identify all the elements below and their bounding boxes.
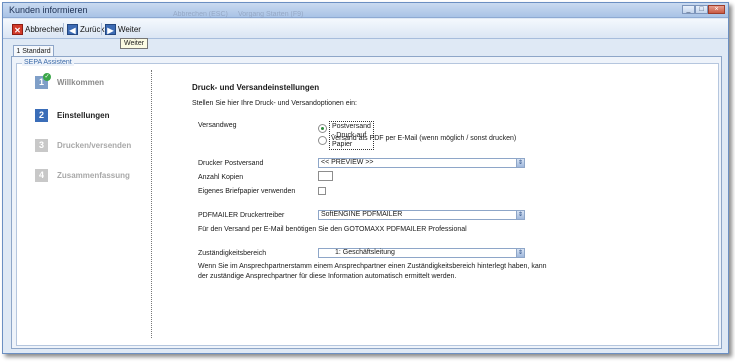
back-button[interactable]: ◀ Zurück: [67, 22, 104, 36]
zustaendigkeit-label: Zuständigkeitsbereich: [198, 250, 267, 257]
ghost-toolbar-item: Abbrechen (ESC): [173, 11, 228, 18]
letterhead-checkbox[interactable]: [318, 187, 326, 195]
window-title: Kunden informieren: [9, 5, 88, 15]
title-bar: Kunden informieren Abbrechen (ESC) Vorga…: [3, 3, 728, 18]
group-legend: SEPA Assistent: [22, 59, 74, 66]
step-welcome[interactable]: 1 ✓ Willkommen: [35, 73, 155, 90]
step-label: Drucken/versenden: [57, 141, 132, 150]
printer-select-value: << PREVIEW >>: [321, 159, 374, 166]
printer-select[interactable]: << PREVIEW >> ⇕: [318, 158, 525, 168]
step-number: 2: [35, 109, 48, 122]
ghost-toolbar-item: Vorgang Starten (F9): [238, 11, 304, 18]
pdfmailer-label: PDFMAILER Druckertreiber: [198, 212, 285, 219]
spinner-arrows-icon: ⇕: [516, 249, 524, 257]
pdfmailer-note: Für den Versand per E-Mail benötigen Sie…: [198, 226, 467, 233]
sepa-assistant-group: SEPA Assistent 1 ✓ Willkommen 2 Einstell…: [16, 59, 719, 346]
responsibility-select-value: 1: Geschäftsleitung: [335, 249, 395, 256]
checkmark-icon: ✓: [43, 73, 51, 81]
pdfmailer-select-value: SoftENGINE PDFMAILER: [321, 211, 403, 218]
kopien-label: Anzahl Kopien: [198, 174, 244, 181]
next-button[interactable]: ▶ Weiter: [105, 22, 141, 36]
minimize-button[interactable]: _: [682, 5, 695, 14]
toolbar-separator: [101, 23, 102, 35]
pdfmailer-select[interactable]: SoftENGINE PDFMAILER ⇕: [318, 210, 525, 220]
responsibility-note-line-1: Wenn Sie im Ansprechpartnerstamm einem A…: [198, 263, 547, 270]
radio-pdf-email-label[interactable]: Versand als PDF per E-Mail (wenn möglich…: [331, 135, 516, 142]
drucker-label: Drucker Postversand: [198, 160, 264, 167]
responsibility-note-line-2: der zuständige Ansprechpartner für diese…: [198, 273, 457, 280]
copies-input[interactable]: [318, 171, 333, 181]
cancel-button[interactable]: ✕ Abbrechen: [12, 22, 64, 36]
content-area: SEPA Assistent 1 ✓ Willkommen 2 Einstell…: [11, 56, 722, 349]
step-settings[interactable]: 2 Einstellungen: [35, 109, 155, 123]
intro-text: Stellen Sie hier Ihre Druck- und Versand…: [192, 100, 357, 107]
step-print-send[interactable]: 3 Drucken/versenden: [35, 139, 155, 153]
versandweg-label: Versandweg: [198, 122, 237, 129]
responsibility-select[interactable]: 1: Geschäftsleitung ⇕: [318, 248, 525, 258]
radio-pdf-email[interactable]: [318, 136, 327, 145]
step-label: Einstellungen: [57, 111, 110, 120]
toolbar-separator: [63, 23, 64, 35]
spinner-arrows-icon: ⇕: [516, 159, 524, 167]
maximize-button[interactable]: □: [695, 5, 708, 14]
next-button-label: Weiter: [118, 24, 141, 34]
step-number: 4: [35, 169, 48, 182]
spinner-arrows-icon: ⇕: [516, 211, 524, 219]
cancel-button-label: Abbrechen: [25, 24, 64, 34]
arrow-left-icon: ◀: [67, 23, 78, 35]
close-icon: ✕: [12, 23, 23, 35]
arrow-right-icon: ▶: [105, 23, 116, 35]
steps-divider: [151, 70, 152, 338]
next-tooltip: Weiter: [120, 38, 149, 49]
wizard-window: Kunden informieren Abbrechen (ESC) Vorga…: [2, 2, 729, 354]
radio-postversand[interactable]: [318, 124, 327, 133]
toolbar: ✕ Abbrechen ◀ Zurück ▶ Weiter: [3, 19, 728, 39]
step-label: Zusammenfassung: [57, 171, 130, 180]
close-window-button[interactable]: ×: [708, 5, 725, 14]
step-summary[interactable]: 4 Zusammenfassung: [35, 169, 155, 183]
step-label: Willkommen: [57, 78, 105, 87]
briefpapier-label: Eigenes Briefpapier verwenden: [198, 188, 296, 195]
page-title: Druck- und Versandeinstellungen: [192, 83, 320, 92]
step-number: 3: [35, 139, 48, 152]
